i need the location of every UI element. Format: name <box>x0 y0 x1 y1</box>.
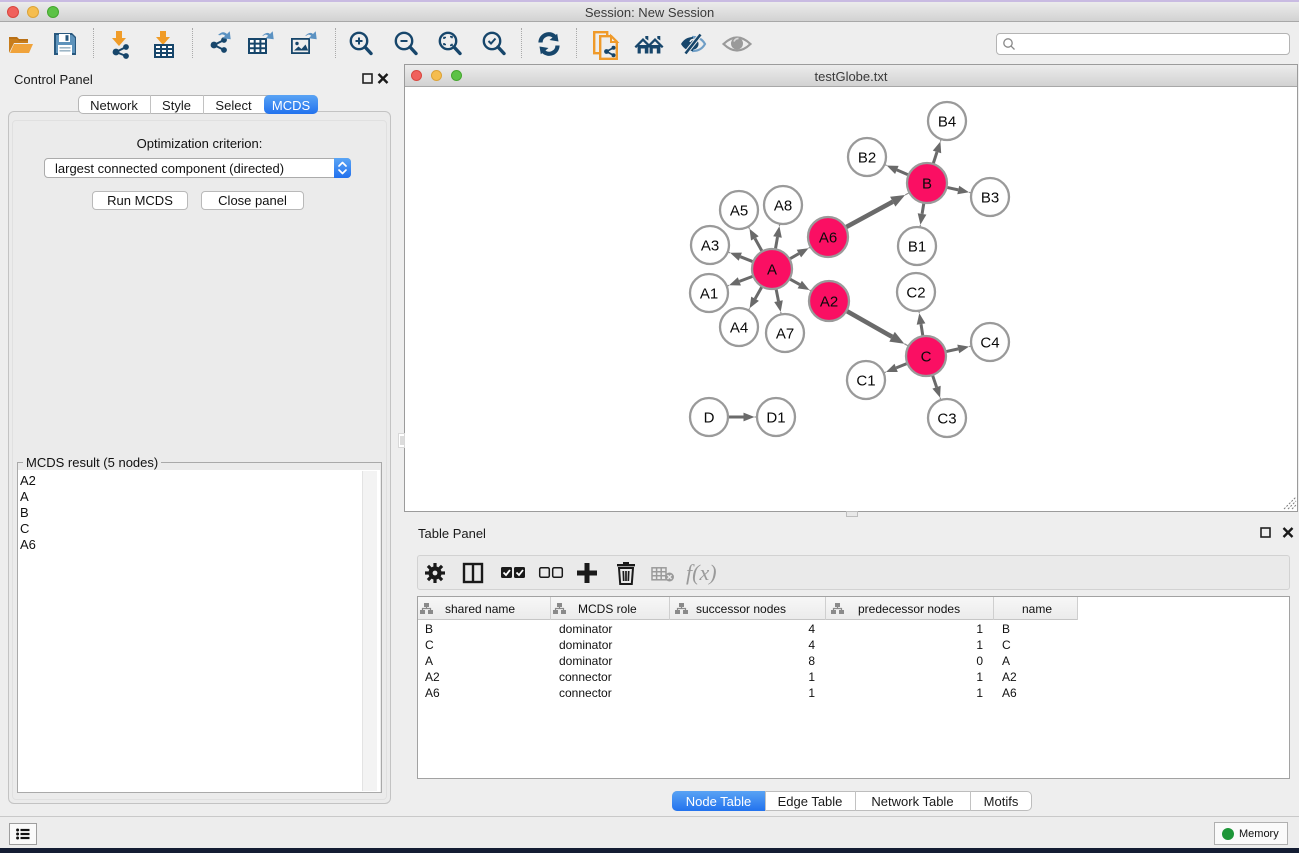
svg-text:A8: A8 <box>774 197 792 214</box>
svg-text:A4: A4 <box>730 319 748 336</box>
svg-text:D: D <box>704 409 715 426</box>
svg-text:A: A <box>767 261 777 278</box>
svg-text:A3: A3 <box>701 237 719 254</box>
svg-text:A2: A2 <box>820 293 838 310</box>
svg-text:C3: C3 <box>937 410 956 427</box>
svg-text:B2: B2 <box>858 149 876 166</box>
svg-text:A6: A6 <box>819 229 837 246</box>
svg-text:C4: C4 <box>980 334 999 351</box>
svg-text:B3: B3 <box>981 189 999 206</box>
svg-text:B1: B1 <box>908 238 926 255</box>
svg-text:A1: A1 <box>700 285 718 302</box>
svg-text:C2: C2 <box>906 284 925 301</box>
svg-text:C1: C1 <box>856 372 875 389</box>
svg-text:A5: A5 <box>730 202 748 219</box>
svg-text:B: B <box>922 175 932 192</box>
svg-text:D1: D1 <box>766 409 785 426</box>
svg-text:B4: B4 <box>938 113 956 130</box>
svg-text:C: C <box>921 348 932 365</box>
svg-text:A7: A7 <box>776 325 794 342</box>
